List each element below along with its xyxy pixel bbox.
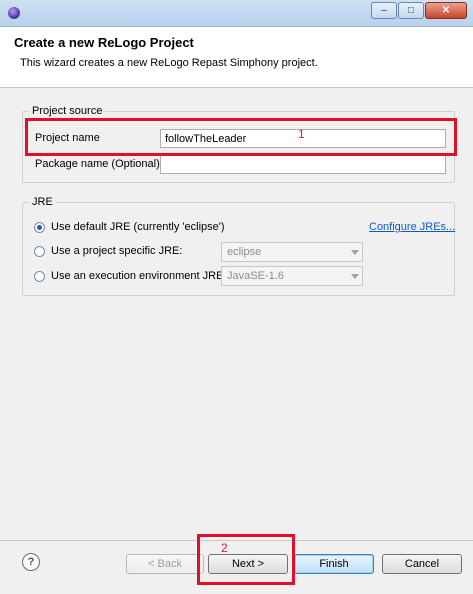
- help-icon[interactable]: ?: [22, 553, 40, 571]
- radio-project-specific-jre-label: Use a project specific JRE:: [51, 245, 183, 257]
- finish-button[interactable]: Finish: [294, 554, 374, 574]
- page-description: This wizard creates a new ReLogo Repast …: [20, 57, 318, 69]
- back-button[interactable]: < Back: [126, 554, 204, 574]
- execution-env-value: JavaSE-1.6: [227, 270, 284, 282]
- close-icon[interactable]: ✕: [425, 2, 467, 19]
- radio-default-jre-label: Use default JRE (currently 'eclipse'): [51, 221, 225, 233]
- annotation-box-2: [197, 534, 295, 585]
- configure-jres-link[interactable]: Configure JREs...: [369, 221, 455, 233]
- eclipse-icon: [8, 7, 20, 19]
- radio-default-jre[interactable]: Use default JRE (currently 'eclipse'): [34, 221, 225, 233]
- radio-execution-env-jre[interactable]: Use an execution environment JRE:: [34, 270, 226, 282]
- package-name-field[interactable]: [160, 155, 446, 174]
- chevron-down-icon: [351, 250, 359, 255]
- project-source-title: Project source: [29, 105, 106, 117]
- annotation-label-2: 2: [221, 541, 228, 555]
- execution-env-dropdown[interactable]: JavaSE-1.6: [221, 266, 363, 286]
- specific-jre-dropdown[interactable]: eclipse: [221, 242, 363, 262]
- radio-project-specific-jre[interactable]: Use a project specific JRE:: [34, 245, 182, 257]
- radio-default-jre-button[interactable]: [34, 221, 45, 233]
- chevron-down-icon: [351, 274, 359, 279]
- radio-execution-env-jre-button[interactable]: [34, 270, 45, 282]
- annotation-label-1: 1: [298, 127, 305, 141]
- minimize-icon[interactable]: –: [371, 2, 397, 19]
- annotation-box-1: [25, 118, 457, 156]
- package-name-label: Package name (Optional): [35, 158, 160, 170]
- title-bar: – □ ✕: [0, 0, 473, 27]
- cancel-button[interactable]: Cancel: [382, 554, 462, 574]
- radio-project-specific-jre-button[interactable]: [34, 245, 45, 257]
- wizard-header: Create a new ReLogo Project This wizard …: [0, 27, 473, 88]
- window-controls: – □ ✕: [371, 2, 467, 20]
- specific-jre-value: eclipse: [227, 246, 262, 258]
- maximize-icon[interactable]: □: [398, 2, 424, 19]
- page-title: Create a new ReLogo Project: [14, 35, 194, 50]
- jre-title: JRE: [29, 196, 56, 208]
- radio-execution-env-jre-label: Use an execution environment JRE:: [51, 270, 227, 282]
